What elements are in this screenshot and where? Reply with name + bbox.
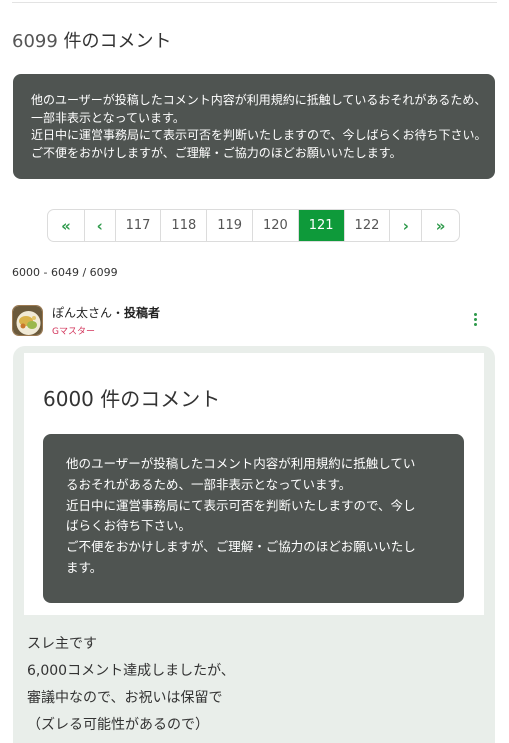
image-notice-line: 他のユーザーが投稿したコメント内容が利用規約に抵触してい — [66, 456, 416, 471]
author-name[interactable]: ぽん太さん — [52, 306, 112, 320]
notice-line: ご不便をおかけしますが、ご理解・ご協力のほどお願いいたします。 — [31, 145, 402, 160]
comment-count-heading: 6099 件のコメント — [12, 27, 172, 53]
image-moderation-notice: 他のユーザーが投稿したコメント内容が利用規約に抵触してい るおそれがあるため、一… — [43, 434, 464, 603]
current-page-121[interactable]: 121 — [298, 210, 345, 241]
page-117-button[interactable]: 117 — [116, 210, 162, 241]
chevron-left-icon: ‹ — [96, 216, 103, 235]
image-notice-line: ばらくお待ち下さい。 — [66, 518, 192, 534]
image-notice-line: 近日中に運営事務局にて表示可否を判断いたしますので、今し — [66, 497, 416, 513]
page-118-button[interactable]: 118 — [161, 210, 208, 241]
page-119-button[interactable]: 119 — [207, 210, 254, 241]
post-body-line: （ズレる可能性があるので） — [27, 717, 209, 733]
image-notice-line: ご不便をおかけしますが、ご理解・ご協力のほどお願いいたし — [66, 539, 416, 555]
top-divider — [12, 2, 497, 3]
page-120-button[interactable]: 120 — [253, 210, 299, 241]
comment-range-text: 6000 - 6049 / 6099 — [12, 266, 118, 279]
double-chevron-left-icon: « — [61, 216, 71, 235]
notice-line: 他のユーザーが投稿したコメント内容が利用規約に抵触しているおそれがあるため、 — [31, 93, 487, 107]
notice-line: 一部非表示となっています。 — [31, 110, 185, 125]
prev-page-button[interactable]: ‹ — [85, 210, 116, 241]
chevron-right-icon: › — [402, 216, 409, 235]
image-comment-count: 6000 件のコメント — [43, 387, 221, 411]
comment-count-suffix: 件のコメント — [63, 31, 172, 52]
post-author: ぽん太さん・投稿者 — [52, 304, 160, 321]
pagination: « ‹ 117 118 119 120 121 122 › » — [47, 209, 460, 242]
author-separator: ・ — [112, 306, 125, 320]
post-body-line: 審議中なので、お祝いは保留で — [27, 690, 223, 706]
next-page-button[interactable]: › — [390, 210, 423, 241]
moderation-notice: 他のユーザーが投稿したコメント内容が利用規約に抵触しているおそれがあるため、 一… — [13, 74, 495, 179]
page-122-button[interactable]: 122 — [345, 210, 391, 241]
last-page-button[interactable]: » — [422, 210, 459, 241]
double-chevron-right-icon: » — [435, 216, 446, 235]
kebab-menu-icon[interactable] — [470, 313, 480, 329]
post-body: スレ主です 6,000コメント達成しましたが、 審議中なので、お祝いは保留で （… — [27, 631, 235, 739]
notice-line: 近日中に運営事務局にて表示可否を判断いたしますので、今しばらくお待ち下さい。 — [31, 128, 487, 142]
user-rank: Gマスター — [52, 327, 95, 337]
post-body-line: スレ主です — [27, 636, 97, 652]
attached-screenshot-image[interactable]: 6000 件のコメント 他のユーザーが投稿したコメント内容が利用規約に抵触してい… — [24, 353, 484, 615]
avatar[interactable] — [12, 305, 43, 336]
comment-count-number: 6099 — [12, 31, 58, 52]
poster-badge: 投稿者 — [124, 306, 161, 320]
image-notice-line: るおそれがあるため、一部非表示となっています。 — [66, 476, 352, 492]
post-card: 6000 件のコメント 他のユーザーが投稿したコメント内容が利用規約に抵触してい… — [13, 346, 495, 743]
post-body-line: 6,000コメント達成しましたが、 — [27, 663, 235, 679]
image-notice-line: ます。 — [66, 559, 103, 575]
first-page-button[interactable]: « — [48, 210, 85, 241]
